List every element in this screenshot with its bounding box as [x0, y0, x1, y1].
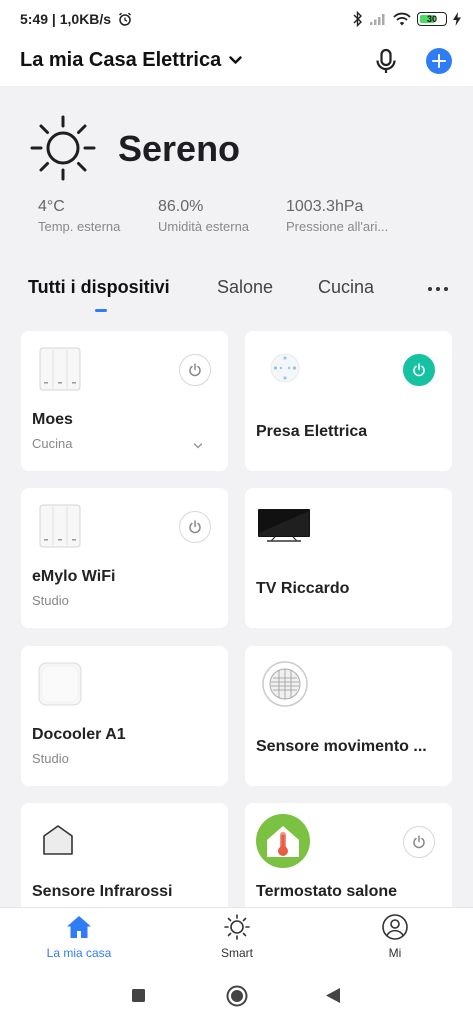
device-card-moes[interactable]: Moes Cucina: [21, 331, 228, 471]
power-icon: [413, 363, 425, 377]
device-card-docooler-a1[interactable]: Docooler A1 Studio: [21, 646, 228, 786]
metric-label: Pressione all'ari...: [286, 219, 389, 234]
battery-level: 30: [426, 14, 437, 24]
device-card-sensore-infrarossi[interactable]: Sensore Infrarossi: [21, 803, 228, 907]
power-toggle-button[interactable]: [179, 511, 211, 543]
battery-indicator: 30: [417, 12, 447, 26]
app-header: La mia Casa Elettrica: [0, 40, 473, 86]
sun-icon: [30, 115, 96, 181]
device-name: TV Riccardo: [256, 580, 350, 597]
metric-value: 1003.3hPa: [286, 198, 364, 215]
device-name: Moes: [32, 411, 73, 428]
device-name: Presa Elettrica: [256, 423, 368, 440]
power-icon: [189, 363, 201, 377]
smart-sun-icon: [224, 914, 250, 940]
device-card-emylo-wifi[interactable]: eMylo WiFi Studio: [21, 488, 228, 628]
metric-value: 4°C: [38, 198, 65, 215]
device-name: eMylo WiFi: [32, 568, 116, 585]
alarm-icon: [118, 12, 131, 26]
device-room: Studio: [32, 593, 69, 608]
thermostat-house-icon: [256, 814, 310, 868]
nav-label: Smart: [220, 946, 253, 960]
signal-icon: [370, 14, 385, 25]
device-name: Sensore Infrarossi: [32, 883, 173, 900]
metric-label: Temp. esterna: [38, 219, 121, 234]
chevron-down-icon: [229, 56, 242, 64]
add-device-button[interactable]: [426, 48, 452, 74]
power-toggle-button[interactable]: [403, 826, 435, 858]
back-icon[interactable]: [325, 987, 341, 1004]
active-tab-indicator: [95, 309, 107, 312]
device-room: Studio: [32, 751, 69, 766]
system-navigation-bar: [0, 969, 473, 1024]
nav-smart[interactable]: Smart: [182, 914, 292, 960]
motion-sensor-icon: [262, 661, 308, 707]
tab-cucina[interactable]: Cucina: [318, 277, 374, 298]
metric-humidity: 86.0% Umidità esterna: [158, 198, 278, 234]
nav-label: Mi: [388, 946, 402, 960]
metric-pressure: 1003.3hPa Pressione all'ari...: [286, 198, 396, 234]
smart-plug-icon: [270, 353, 300, 383]
recents-icon[interactable]: [131, 988, 146, 1003]
ir-sensor-icon: [43, 825, 73, 855]
device-name: Termostato salone: [256, 883, 398, 900]
nav-label: La mia casa: [46, 946, 112, 960]
nav-me[interactable]: Mi: [340, 914, 450, 960]
wall-switch-icon: [39, 347, 81, 391]
device-name: Sensore movimento ...: [256, 738, 427, 755]
status-left: 5:49 | 1,0KB/s: [20, 11, 132, 27]
charging-icon: [453, 12, 461, 26]
metric-temperature: 4°C Temp. esterna: [38, 198, 158, 234]
tv-icon: [258, 509, 310, 542]
network-speed: 1,0KB/s: [59, 11, 112, 27]
metric-value: 86.0%: [158, 198, 204, 215]
power-icon: [189, 520, 201, 534]
nav-home[interactable]: La mia casa: [24, 914, 134, 960]
weather-condition: Sereno: [118, 128, 241, 169]
status-time: 5:49: [20, 11, 49, 27]
device-card-presa-elettrica[interactable]: Presa Elettrica: [245, 331, 452, 471]
device-name: Docooler A1: [32, 726, 126, 743]
status-right: 30: [353, 11, 461, 27]
home-selector[interactable]: La mia Casa Elettrica: [20, 49, 242, 72]
home-name: La mia Casa Elettrica: [20, 49, 222, 71]
microphone-icon: [376, 48, 396, 73]
device-card-sensore-movimento[interactable]: Sensore movimento ...: [245, 646, 452, 786]
wall-switch-icon: [39, 504, 81, 548]
status-bar: 5:49 | 1,0KB/s 30: [0, 0, 473, 40]
expand-chevron-icon[interactable]: [193, 441, 203, 451]
wifi-icon: [393, 12, 411, 26]
device-card-tv-riccardo[interactable]: TV Riccardo: [245, 488, 452, 628]
home-circle-icon[interactable]: [226, 985, 248, 1007]
tab-salone[interactable]: Salone: [217, 277, 273, 298]
device-room: Cucina: [32, 436, 73, 451]
more-tabs-button[interactable]: [428, 287, 448, 291]
bottom-navigation: La mia casa Smart Mi: [0, 907, 473, 969]
metric-label: Umidità esterna: [158, 219, 250, 234]
voice-button[interactable]: [372, 47, 400, 75]
profile-icon: [382, 914, 408, 940]
bluetooth-icon: [353, 11, 362, 27]
power-toggle-button[interactable]: [179, 354, 211, 386]
power-icon: [413, 835, 425, 849]
hub-device-icon: [38, 662, 82, 706]
power-toggle-button[interactable]: [403, 354, 435, 386]
device-card-termostato-salone[interactable]: Termostato salone: [245, 803, 452, 907]
home-icon: [67, 916, 91, 938]
room-tabs: Tutti i dispositivi Salone Cucina: [0, 277, 473, 317]
tab-all-devices[interactable]: Tutti i dispositivi: [28, 277, 170, 298]
